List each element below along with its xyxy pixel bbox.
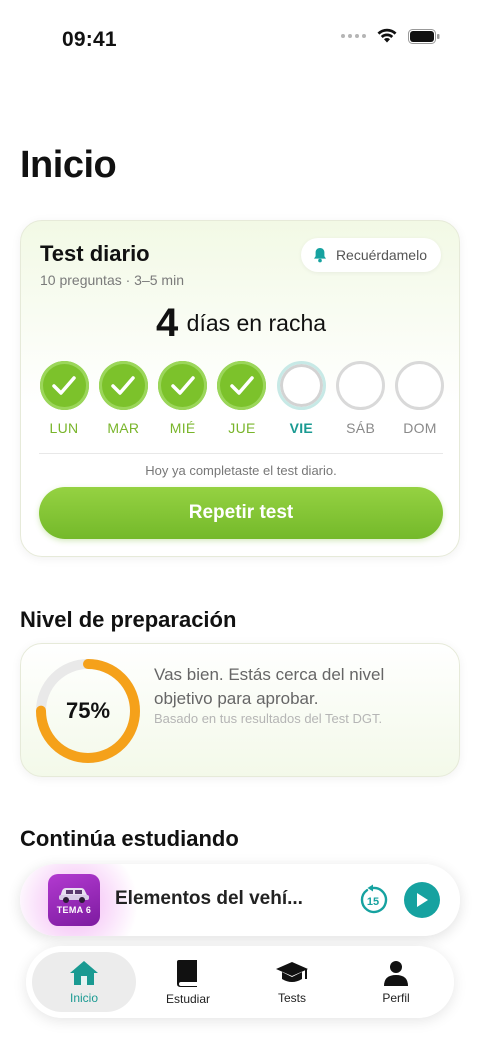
mini-player-thumb-label: TEMA 6 [56,905,92,915]
daily-test-title: Test diario [40,241,150,266]
battery-icon [408,28,440,44]
tab-label: Estudiar [165,992,211,1006]
status-icons [341,28,440,44]
mini-player[interactable]: TEMA 6 Elementos del vehí... 15 [20,864,460,936]
daily-test-subtitle: 10 preguntas · 3–5 min [40,272,184,288]
day-label: DOM [403,420,437,436]
mini-player-thumbnail[interactable]: TEMA 6 [48,874,100,926]
day-label: MIÉ [169,420,196,436]
home-icon [70,961,98,985]
preparation-section-title: Nivel de preparación [20,607,237,632]
tab-estudiar[interactable]: Estudiar [136,952,240,1012]
day-label: LUN [49,420,79,436]
day-label: SÁB [346,420,376,436]
preparation-message: Vas bien. Estás cerca del nivel objetivo… [154,665,385,708]
page-title: Inicio [20,144,117,186]
day-check-icon [39,361,89,410]
day-thu: JUE [217,361,267,436]
skip-back-label: 15 [367,896,379,908]
book-icon [177,960,197,987]
day-empty-circle [276,361,326,410]
day-check-icon [98,361,148,410]
repeat-test-button[interactable]: Repetir test [39,487,443,539]
wifi-icon [377,28,397,43]
completed-note: Hoy ya completaste el test diario. [145,463,337,478]
preparation-note: Basado en tus resultados del Test DGT. [154,711,383,726]
mini-player-title[interactable]: Elementos del vehí... [115,888,303,910]
day-label: VIE [289,420,314,436]
tab-perfil[interactable]: Perfil [344,952,448,1012]
streak: 4 días en racha [21,301,461,346]
daily-test-card: Test diario 10 preguntas · 3–5 min Recué… [20,220,460,557]
skip-back-15-icon[interactable]: 15 [357,884,389,916]
status-bar: 09:41 [0,0,480,80]
day-wed: MIÉ [158,361,208,436]
tab-label: Inicio [69,991,98,1005]
progress-percent: 75% [65,698,111,723]
streak-label: días en racha [186,310,327,336]
day-tue: MAR [98,361,148,436]
divider [39,453,443,454]
day-fri: VIE [276,361,326,436]
status-time: 09:41 [62,28,117,51]
play-button[interactable] [404,882,440,918]
remind-button[interactable]: Recuérdamelo [300,238,441,272]
car-icon [59,888,89,903]
day-label: JUE [228,420,256,436]
tab-inicio[interactable]: Inicio [32,952,136,1012]
tab-label: Tests [277,991,306,1005]
signal-icon [341,34,366,38]
day-check-icon [158,361,208,410]
tab-label: Perfil [382,991,410,1005]
tab-bar: Inicio Estudiar Tests Perfil [26,946,454,1018]
day-mon: LUN [39,361,89,436]
graduation-cap-icon [276,962,308,982]
bell-icon [313,248,326,263]
week-days: LUN MAR MIÉ JUE VIE SÁB DOM [39,361,445,436]
streak-count: 4 [155,301,179,345]
day-empty-circle [395,361,445,410]
tab-tests[interactable]: Tests [240,952,344,1012]
preparation-card[interactable]: 75% Vas bien. Estás cerca del nivel obje… [20,643,460,777]
day-sat: SÁB [336,361,386,436]
play-icon [417,893,428,907]
day-empty-circle [336,361,386,410]
person-icon [384,961,408,986]
day-label: MAR [107,420,140,436]
remind-label: Recuérdamelo [335,247,427,263]
day-check-icon [217,361,267,410]
day-sun: DOM [395,361,445,436]
continue-section-title: Continúa estudiando [20,826,239,851]
